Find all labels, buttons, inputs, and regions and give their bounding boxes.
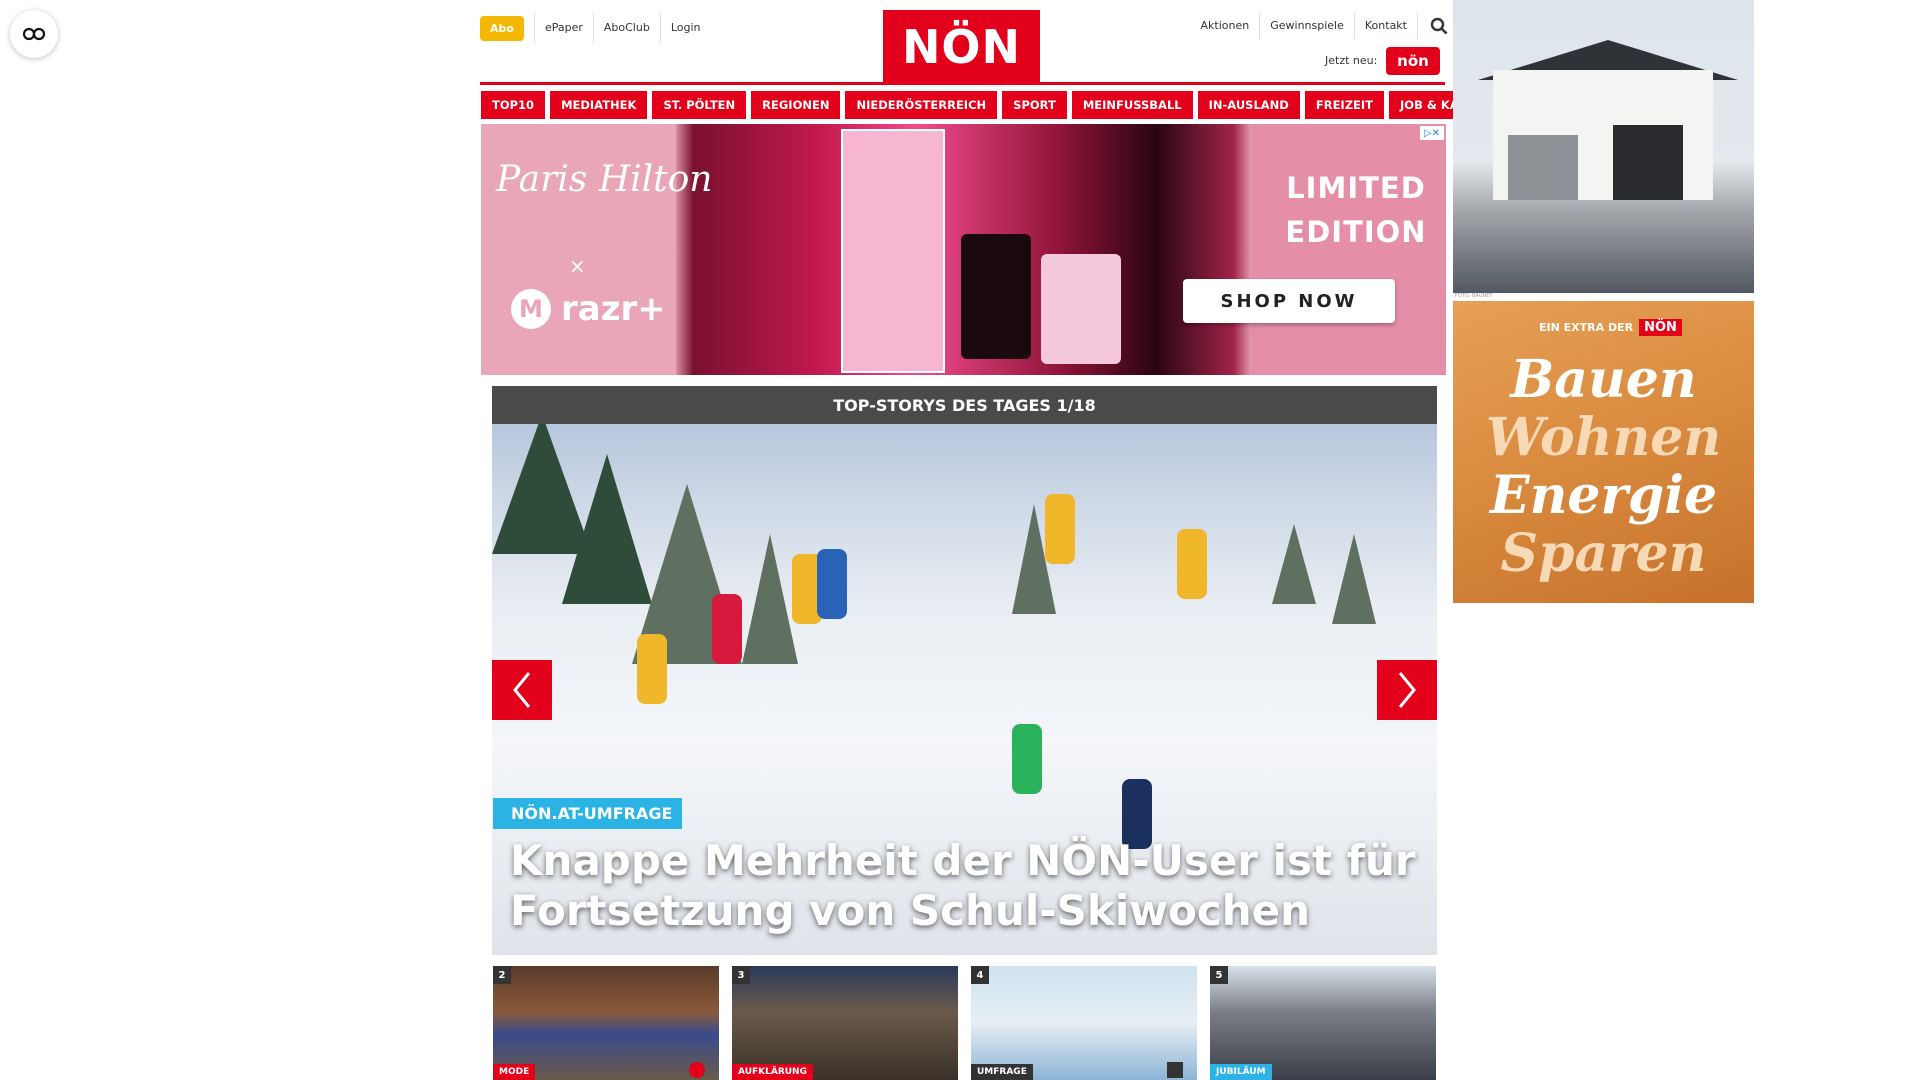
story-category-tag[interactable]: NÖN.AT-UMFRAGE [493,798,683,829]
login-link[interactable]: Login [659,13,711,43]
motorola-icon: M [511,289,551,329]
skier-figure [637,634,667,704]
jetzt-neu-label: Jetzt neu: [1325,54,1378,67]
ad-word-sparen: Sparen [1500,523,1707,584]
jetzt-neu-badge[interactable]: nön [1386,47,1440,75]
aboclub-link[interactable]: AboClub [592,13,660,43]
thumbnail-number: 2 [493,966,511,984]
tree-icon [1332,534,1376,624]
header-divider [480,82,1445,85]
ad-phone-image [961,234,1031,359]
ad-word-wohnen: Wohnen [1485,407,1722,468]
site-logo[interactable]: NÖN [883,10,1040,84]
thumbnail-number: 5 [1210,966,1228,984]
category-top10[interactable]: TOP10 [481,91,546,119]
slider-prev-button[interactable] [492,660,552,720]
thumbnail-story[interactable]: 5 JUBILÄUM [1210,966,1436,1080]
house-ad-image[interactable] [1453,0,1754,293]
extra-logo: NÖN [1639,319,1682,336]
thumbnail-story[interactable]: 3 AUFKLÄRUNG [732,966,958,1080]
story-headline[interactable]: Knappe Mehrheit der NÖN-User ist für For… [510,836,1420,936]
abo-button[interactable]: Abo [480,15,524,41]
house-garage [1508,135,1578,200]
tree-icon [1272,524,1316,604]
bauen-wohnen-ad[interactable]: EIN EXTRA DER NÖN Bauen Wohnen Energie S… [1453,301,1754,603]
shop-now-button[interactable]: SHOP NOW [1183,279,1395,323]
adchoices-icon[interactable]: ▷✕ [1420,126,1444,140]
ad-razr-logo: M razr+ [511,289,666,329]
ad-limited-line1: LIMITED [1286,171,1426,205]
skier-figure [1012,724,1042,794]
ad-limited-line2: EDITION [1285,215,1427,249]
category-sport[interactable]: SPORT [1002,91,1067,119]
thumbnail-tag: UMFRAGE [971,1064,1033,1080]
ad-paris-hilton-logo: Paris Hilton [496,159,713,200]
photo-credit: FOTO: BAUNET [1455,293,1493,299]
thumbnail-tag: AUFKLÄRUNG [732,1064,813,1080]
ad-razr-label: razr+ [561,289,666,329]
extra-label: EIN EXTRA DER NÖN [1539,319,1682,336]
ad-product-box [841,129,945,373]
category-meinfussball[interactable]: MEINFUSSBALL [1071,91,1193,119]
thumbnail-tag: JUBILÄUM [1210,1064,1272,1080]
chart-icon [1167,1062,1183,1078]
thumbnail-story[interactable]: 2 MODE [493,966,719,1080]
thumbnail-story[interactable]: 4 UMFRAGE [971,966,1197,1080]
top-stories-bar: TOP-STORYS DES TAGES 1/18 [492,386,1437,424]
skier-figure [817,549,847,619]
ad-collab-x: × [569,254,586,278]
category-niederoesterreich[interactable]: NIEDERÖSTERREICH [845,91,998,119]
chevron-left-icon [513,672,531,708]
ad-limited-edition: LIMITED EDITION [1281,166,1431,254]
thumbnail-tag: MODE [493,1064,536,1080]
slider-next-button[interactable] [1377,660,1437,720]
skier-figure [1045,494,1075,564]
category-freizeit[interactable]: FREIZEIT [1304,91,1385,119]
category-st-poelten[interactable]: ST. PÖLTEN [652,91,747,119]
skier-figure [1177,529,1207,599]
house-window [1613,125,1683,200]
accessibility-button[interactable] [10,10,58,58]
top-nav-right: Aktionen Gewinnspiele Kontakt [1191,13,1450,39]
camera-icon [689,1062,705,1078]
epaper-link[interactable]: ePaper [533,13,593,43]
chevron-right-icon [1398,672,1416,708]
kontakt-link[interactable]: Kontakt [1355,13,1418,39]
category-in-ausland[interactable]: IN-AUSLAND [1197,91,1300,119]
extra-label-text: EIN EXTRA DER [1539,321,1634,334]
thumbnail-number: 3 [732,966,750,984]
ad-word-bauen: Bauen [1510,349,1697,410]
category-mediathek[interactable]: MEDIATHEK [550,91,648,119]
glasses-icon [22,27,46,41]
search-icon[interactable] [1428,13,1450,39]
ad-word-energie: Energie [1489,465,1718,526]
ad-banner[interactable]: Paris Hilton × M razr+ LIMITED EDITION S… [481,124,1446,375]
top-nav-left: Abo ePaper AboClub Login [480,13,711,43]
skier-figure [712,594,742,664]
category-regionen[interactable]: REGIONEN [751,91,841,119]
tree-icon [742,534,798,664]
category-nav: TOP10 MEDIATHEK ST. PÖLTEN REGIONEN NIED… [481,91,1517,119]
aktionen-link[interactable]: Aktionen [1191,13,1261,39]
thumbnail-number: 4 [971,966,989,984]
ad-pink-phone-image [1041,254,1121,364]
gewinnspiele-link[interactable]: Gewinnspiele [1260,13,1355,39]
